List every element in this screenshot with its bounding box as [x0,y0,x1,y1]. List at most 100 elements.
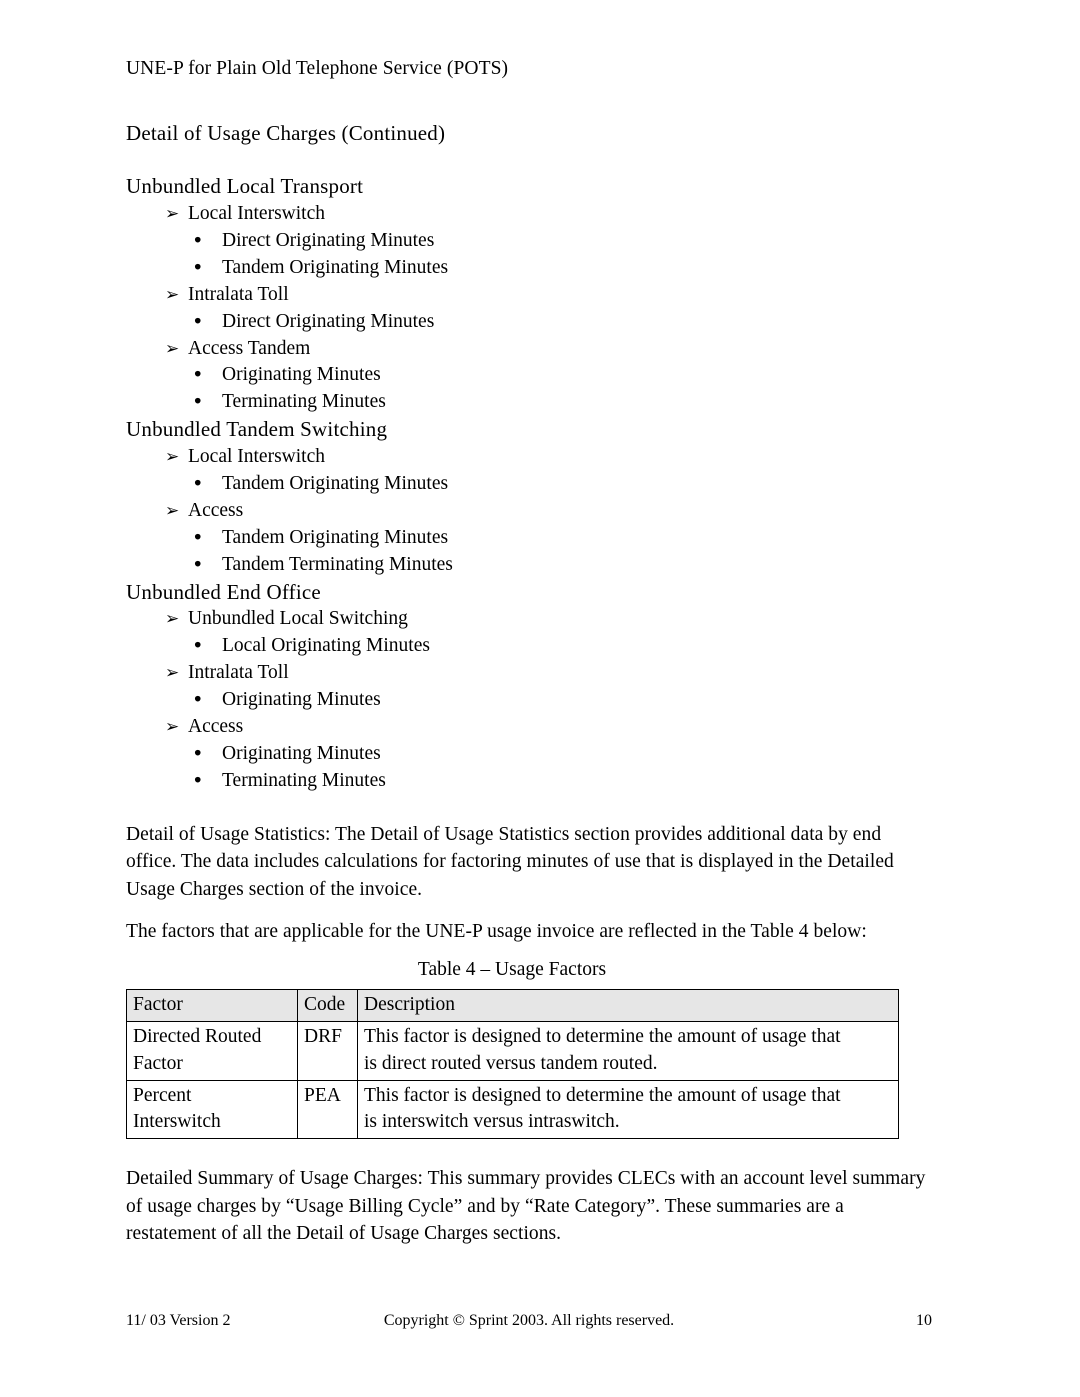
dot-bullet-icon: • [192,390,204,414]
list-item: • Tandem Terminating Minutes [126,552,932,579]
list-item-label: Local Interswitch [188,445,325,467]
table-header-row: Factor Code Description [126,989,899,1023]
list-item-label: Originating Minutes [222,364,381,386]
dot-bullet-icon: • [192,471,204,495]
cell-factor-line1: Percent [133,1084,192,1106]
sublist: • Local Originating Minutes [126,633,932,660]
paragraph-detailed-summary: Detailed Summary of Usage Charges: This … [126,1167,926,1245]
column-header-factor: Factor [126,989,298,1023]
list-item-label: Local Interswitch [188,203,325,225]
table-header: Factor Code Description [126,989,899,1023]
sublist: • Originating Minutes • Terminating Minu… [126,741,932,795]
list-item-label: Unbundled Local Switching [188,608,408,630]
paragraph-usage-statistics: Detail of Usage Statistics: The Detail o… [126,823,894,900]
list-item-label: Terminating Minutes [222,391,386,413]
list-item: • Direct Originating Minutes [126,309,932,336]
arrow-bullet-icon: ➢ [165,446,180,467]
cell-description-line2: is interswitch versus intraswitch. [364,1110,620,1132]
list-unbundled-end-office: ➢ Unbundled Local Switching • Local Orig… [126,606,932,794]
list-item-label: Access Tandem [188,337,311,359]
arrow-bullet-icon: ➢ [165,284,180,305]
sublist: • Tandem Originating Minutes • Tandem Te… [126,525,932,579]
arrow-bullet-icon: ➢ [165,663,180,684]
dot-bullet-icon: • [192,309,204,333]
sublist: • Originating Minutes • Terminating Minu… [126,362,932,416]
list-item: ➢ Access [126,714,932,741]
usage-factors-table: Factor Code Description Directed Routed … [126,989,899,1139]
cell-code: PEA [297,1079,358,1139]
cell-description-line1: This factor is designed to determine the… [364,1084,841,1106]
cell-description: This factor is designed to determine the… [357,1021,899,1081]
page-title: Detail of Usage Charges (Continued) [126,121,446,145]
list-item: • Originating Minutes [126,741,932,768]
list-item-label: Originating Minutes [222,742,381,764]
dot-bullet-icon: • [192,768,204,792]
document-page: UNE-P for Plain Old Telephone Service (P… [0,0,1080,1397]
group-title-unbundled-local-transport: Unbundled Local Transport [126,174,364,199]
column-header-description: Description [357,989,899,1023]
arrow-bullet-icon: ➢ [165,609,180,630]
list-item-label: Tandem Originating Minutes [222,256,449,278]
running-head: UNE-P for Plain Old Telephone Service (P… [126,58,509,79]
table-row: Percent Interswitch PEA This factor is d… [126,1079,899,1139]
list-item: • Local Originating Minutes [126,633,932,660]
list-item-label: Tandem Originating Minutes [222,526,449,548]
list-item-label: Terminating Minutes [222,769,386,791]
list-item-label: Tandem Originating Minutes [222,472,449,494]
list-item: • Direct Originating Minutes [126,228,932,255]
list-item: ➢ Access Tandem [126,336,932,363]
group-title-unbundled-end-office: Unbundled End Office [126,579,321,604]
sublist: • Direct Originating Minutes • Tandem Or… [126,228,932,282]
list-item: • Terminating Minutes [126,768,932,795]
dot-bullet-icon: • [192,741,204,765]
column-header-code: Code [297,989,358,1023]
list-item: ➢ Local Interswitch [126,201,932,228]
list-item-label: Direct Originating Minutes [222,310,435,332]
cell-factor-line2: Interswitch [133,1110,221,1132]
sublist: • Direct Originating Minutes [126,309,932,336]
dot-bullet-icon: • [192,363,204,387]
cell-factor-line2: Factor [133,1052,183,1074]
list-item-label: Tandem Terminating Minutes [222,553,453,575]
footer-page-number: 10 [916,1312,932,1329]
list-item: • Originating Minutes [126,687,932,714]
table-caption: Table 4 – Usage Factors [417,959,607,981]
dot-bullet-icon: • [192,552,204,576]
group-title-unbundled-tandem-switching: Unbundled Tandem Switching [126,417,388,442]
sublist: • Tandem Originating Minutes [126,471,932,498]
dot-bullet-icon: • [192,255,204,279]
list-item: • Tandem Originating Minutes [126,525,932,552]
cell-description-line2: is direct routed versus tandem routed. [364,1052,658,1074]
list-item: ➢ Local Interswitch [126,444,932,471]
list-item: • Originating Minutes [126,362,932,389]
dot-bullet-icon: • [192,525,204,549]
dot-bullet-icon: • [192,634,204,658]
dot-bullet-icon: • [192,228,204,252]
cell-description-line1: This factor is designed to determine the… [364,1026,841,1048]
list-item: • Terminating Minutes [126,389,932,416]
list-item: • Tandem Originating Minutes [126,471,932,498]
sublist: • Originating Minutes [126,687,932,714]
list-item-label: Direct Originating Minutes [222,229,435,251]
list-item: • Tandem Originating Minutes [126,255,932,282]
table-row: Directed Routed Factor DRF This factor i… [126,1021,899,1081]
footer-copyright: Copyright © Sprint 2003. All rights rese… [383,1312,675,1329]
list-item-label: Access [188,715,244,737]
arrow-bullet-icon: ➢ [165,716,180,737]
list-item-label: Local Originating Minutes [222,635,430,657]
paragraph-factors-intro: The factors that are applicable for the … [126,920,867,942]
list-item-label: Intralata Toll [188,662,289,684]
cell-factor-line1: Directed Routed [133,1026,262,1048]
arrow-bullet-icon: ➢ [165,500,180,521]
list-item: ➢ Access [126,498,932,525]
cell-description: This factor is designed to determine the… [357,1079,899,1139]
arrow-bullet-icon: ➢ [165,338,180,359]
list-item: ➢ Intralata Toll [126,660,932,687]
list-unbundled-tandem-switching: ➢ Local Interswitch • Tandem Originating… [126,444,932,579]
cell-factor: Percent Interswitch [126,1079,298,1139]
